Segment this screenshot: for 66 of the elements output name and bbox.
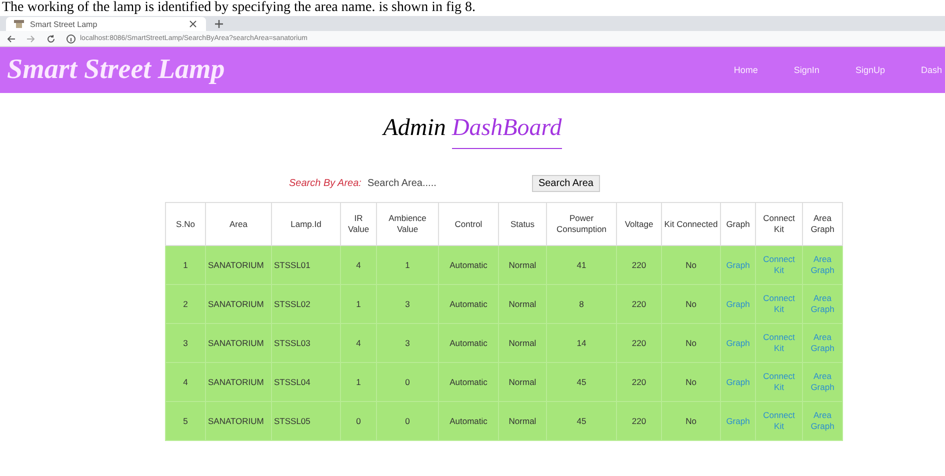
nav-link[interactable]: SignUp xyxy=(855,65,885,75)
close-icon[interactable] xyxy=(188,19,198,29)
table-cell: 14 xyxy=(546,324,616,362)
table-cell: 1 xyxy=(376,246,438,284)
table-cell: 41 xyxy=(546,246,616,284)
nav-link[interactable]: SignIn xyxy=(794,65,820,75)
new-tab-icon[interactable] xyxy=(214,19,224,29)
table-cell: 3 xyxy=(376,324,438,362)
table-cell: Normal xyxy=(498,362,546,402)
table-cell: 2 xyxy=(166,284,206,324)
table-cell: Automatic xyxy=(438,284,498,324)
table-cell: 4 xyxy=(166,362,206,402)
table-cell: 3 xyxy=(166,324,206,362)
back-icon[interactable] xyxy=(6,34,16,44)
table-cell: 4 xyxy=(340,246,376,284)
table-cell: No xyxy=(662,362,720,402)
table-cell: Normal xyxy=(498,284,546,324)
table-cell: 220 xyxy=(616,284,662,324)
table-cell: 45 xyxy=(546,362,616,402)
table-cell: 1 xyxy=(340,284,376,324)
table-cell: 1 xyxy=(166,246,206,284)
table-cell: 0 xyxy=(340,402,376,440)
nav-link[interactable]: Home xyxy=(734,65,758,75)
browser-tab[interactable]: Smart Street Lamp xyxy=(6,17,206,31)
table-cell: STSSL05 xyxy=(272,402,340,440)
table-cell: 0 xyxy=(376,402,438,440)
table-cell: 220 xyxy=(616,362,662,402)
table-cell: 4 xyxy=(340,324,376,362)
table-cell: SANATORIUM xyxy=(206,284,272,324)
page-heading: Admin DashBoard xyxy=(0,115,945,149)
table-cell: STSSL04 xyxy=(272,362,340,402)
table-cell: Automatic xyxy=(438,402,498,440)
table-cell: STSSL02 xyxy=(272,284,340,324)
search-label: Search By Area: xyxy=(289,178,362,188)
search-button[interactable]: Search Area xyxy=(532,174,600,192)
reload-icon[interactable] xyxy=(46,34,56,44)
nav-link[interactable]: Dash xyxy=(920,65,942,75)
table-cell: No xyxy=(662,246,720,284)
table-cell: SANATORIUM xyxy=(206,362,272,402)
table-cell: Normal xyxy=(498,402,546,440)
column-header: S.No xyxy=(166,202,206,246)
table-cell: Automatic xyxy=(438,362,498,402)
table-cell: No xyxy=(662,284,720,324)
table-cell: Normal xyxy=(498,324,546,362)
caption-text: The working of the lamp is identified by specifying the area name. is shown in fig 8. xyxy=(1,0,477,16)
table-cell: Automatic xyxy=(438,246,498,284)
table-cell: 3 xyxy=(376,284,438,324)
table-cell: 220 xyxy=(616,324,662,362)
table-cell: SANATORIUM xyxy=(206,246,272,284)
table-cell: No xyxy=(662,324,720,362)
table-cell: Normal xyxy=(498,246,546,284)
table-cell: SANATORIUM xyxy=(206,402,272,440)
table-cell: No xyxy=(662,402,720,440)
brand-title: Smart Street Lamp xyxy=(7,54,225,86)
table-cell: 8 xyxy=(546,284,616,324)
table-cell: 0 xyxy=(376,362,438,402)
table-cell: 220 xyxy=(616,402,662,440)
table-cell: STSSL01 xyxy=(272,246,340,284)
table-cell: SANATORIUM xyxy=(206,324,272,362)
table-cell: 220 xyxy=(616,246,662,284)
table-cell: 5 xyxy=(166,402,206,440)
info-icon[interactable] xyxy=(66,34,76,44)
table-cell: 45 xyxy=(546,402,616,440)
table-cell: 1 xyxy=(340,362,376,402)
table-cell: Automatic xyxy=(438,324,498,362)
table-cell: STSSL03 xyxy=(272,324,340,362)
